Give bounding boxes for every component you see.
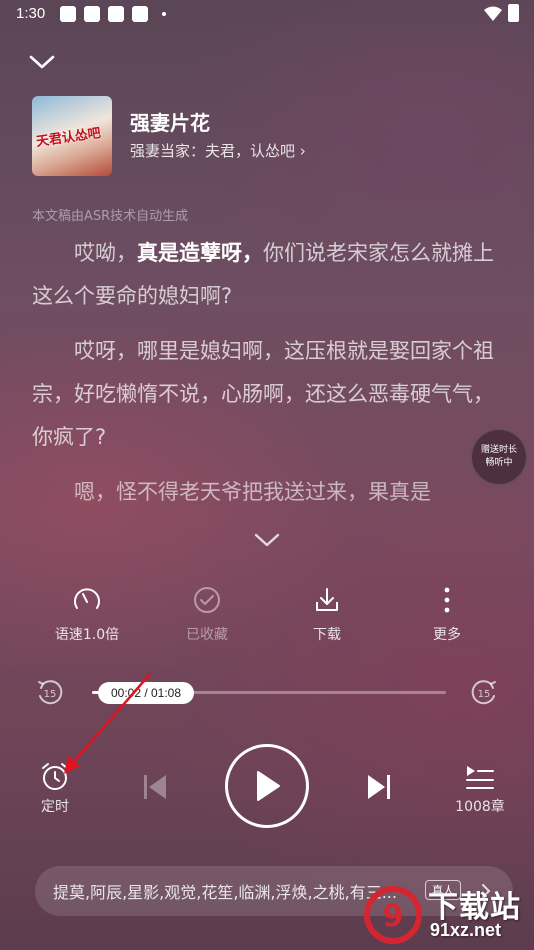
- watermark: 9 下载站 91xz.net: [362, 880, 532, 950]
- transcript-paragraph: 哎呦，真是造孽呀，你们说老宋家怎么就摊上这么个要命的媳妇啊?: [32, 241, 494, 308]
- cast-names: 提莫,阿辰,星影,观觉,花笙,临渊,浮焕,之桃,有三...: [53, 883, 397, 902]
- transcript[interactable]: 哎呦，真是造孽呀，你们说老宋家怎么就摊上这么个要命的媳妇啊? 哎呀，哪里是媳妇啊…: [32, 232, 497, 526]
- transcript-paragraph: 嗯，怪不得老天爷把我送过来，果真是: [74, 480, 431, 504]
- book-title: 强妻片花: [130, 111, 210, 135]
- play-icon: [257, 771, 280, 801]
- chapter-title: 强妻当家：夫君，认怂吧: [130, 142, 296, 160]
- playlist-icon: [466, 766, 494, 789]
- status-time: 1:30: [16, 5, 46, 22]
- next-track-icon[interactable]: [366, 772, 392, 802]
- chevron-right-icon: ›: [299, 142, 306, 160]
- svg-text:15: 15: [478, 689, 491, 700]
- collapse-chevron-icon[interactable]: [28, 52, 56, 72]
- more-notifications-icon: [162, 12, 166, 16]
- cover-title-art: 天君认怂吧: [35, 126, 102, 150]
- annotation-arrow: [64, 673, 151, 774]
- chapter-list-button[interactable]: 1008章: [450, 762, 510, 816]
- watermark-logo: 9: [364, 886, 422, 944]
- transcript-paragraph: 哎呀，哪里是媳妇啊，这压根就是娶回家个祖宗，好吃懒惰不说，心肠啊，还这么恶毒硬气…: [32, 339, 494, 449]
- watermark-url: 91xz.net: [430, 920, 502, 940]
- book-cover[interactable]: 天君认怂吧: [32, 96, 112, 176]
- battery-icon: [508, 4, 519, 22]
- more-button[interactable]: 更多: [402, 584, 492, 644]
- wifi-icon: [484, 6, 502, 21]
- notification-icon: [60, 6, 76, 22]
- expand-chevron-icon[interactable]: [254, 532, 280, 548]
- more-vertical-icon: [444, 587, 450, 613]
- chapter-link[interactable]: 强妻当家：夫君，认怂吧 ›: [130, 140, 306, 161]
- notification-icon: [84, 6, 100, 22]
- download-button[interactable]: 下载: [282, 584, 372, 644]
- forward-15-icon[interactable]: 15: [468, 676, 500, 708]
- svg-text:9: 9: [383, 899, 404, 934]
- check-circle-icon: [194, 587, 220, 613]
- speed-button[interactable]: 语速1.0倍: [42, 584, 132, 644]
- asr-note: 本文稿由ASR技术自动生成: [32, 209, 189, 224]
- svg-text:15: 15: [44, 689, 57, 700]
- favorite-button[interactable]: 已收藏: [162, 584, 252, 644]
- current-sentence: 真是造孽呀，: [137, 241, 263, 265]
- speed-gauge-icon: [74, 588, 100, 609]
- notification-icon: [108, 6, 124, 22]
- play-button[interactable]: [225, 744, 309, 828]
- download-icon: [316, 588, 338, 611]
- notification-icon: [132, 6, 148, 22]
- gift-time-bubble[interactable]: 赠送时长 畅听中: [470, 428, 528, 486]
